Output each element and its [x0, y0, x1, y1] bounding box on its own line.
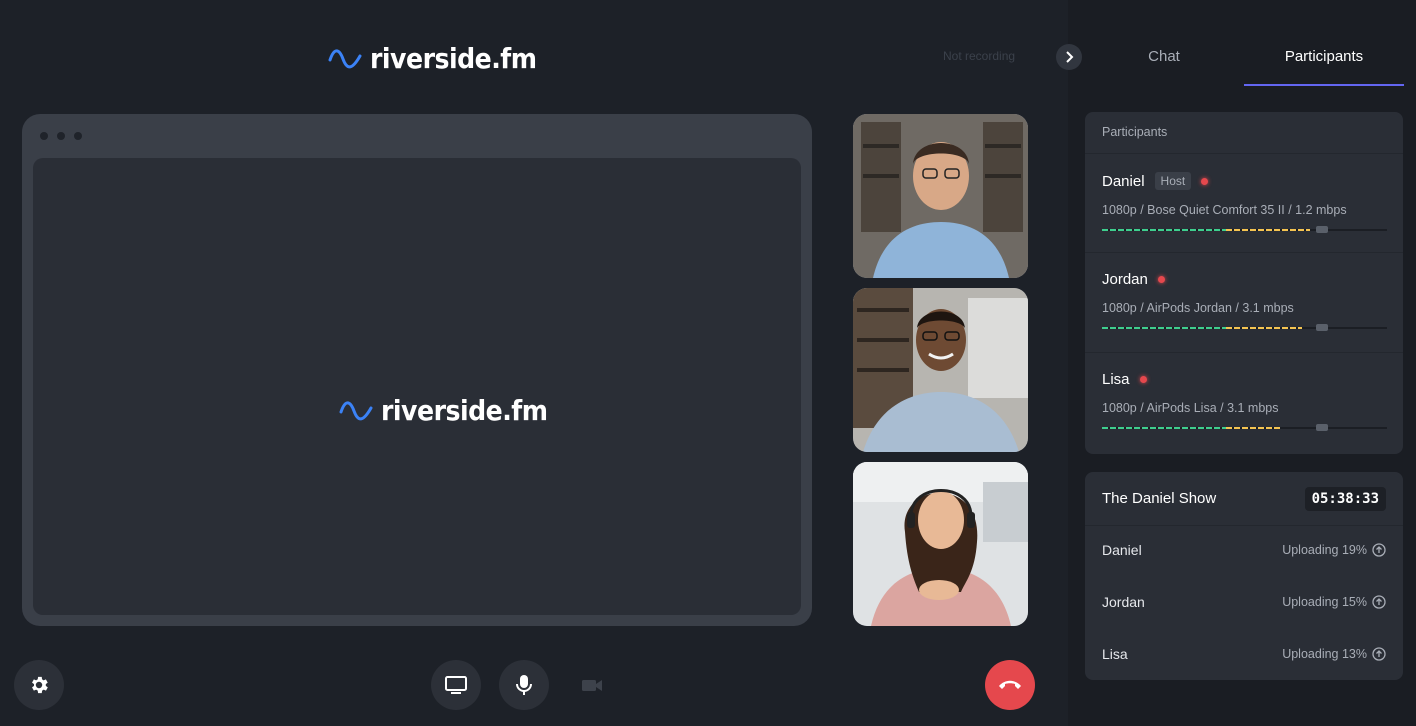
settings-button[interactable]	[14, 660, 64, 710]
recording-status: Not recording	[943, 49, 1016, 63]
upload-arrow-icon	[1372, 647, 1386, 661]
participant-item: Jordan 1080p / AirPods Jordan / 3.1 mbps	[1102, 271, 1387, 331]
tab-chat[interactable]: Chat	[1084, 40, 1244, 86]
participant-info: 1080p / Bose Quiet Comfort 35 II / 1.2 m…	[1102, 203, 1347, 217]
meter-green-segment	[1102, 427, 1226, 429]
phone-hangup-icon	[999, 680, 1021, 689]
meter-yellow-segment	[1226, 229, 1310, 231]
chevron-right-icon	[1066, 51, 1074, 63]
upload-participant-name: Jordan	[1102, 594, 1145, 610]
divider	[1085, 352, 1403, 353]
participant-info: 1080p / AirPods Jordan / 3.1 mbps	[1102, 301, 1294, 315]
tab-participants[interactable]: Participants	[1244, 40, 1404, 86]
meter-knob	[1316, 424, 1328, 431]
video-tile-lisa[interactable]	[853, 462, 1028, 626]
participants-panel: Participants Daniel Host 1080p / Bose Qu…	[1085, 112, 1403, 454]
riverside-logo: riverside.fm	[328, 42, 537, 75]
sidebar-tabs: Chat Participants	[1084, 40, 1404, 86]
upload-arrow-icon	[1372, 595, 1386, 609]
shared-screen: riverside.fm	[33, 158, 801, 615]
upload-status: Uploading 15%	[1282, 595, 1386, 609]
main-stage-area: riverside.fm Not recording riverside.fm	[0, 0, 1068, 726]
host-badge: Host	[1154, 172, 1192, 190]
participant-video	[853, 288, 1028, 452]
microphone-icon	[516, 675, 532, 695]
wave-logo-icon	[339, 400, 373, 420]
collapse-sidebar-button[interactable]	[1056, 44, 1082, 70]
upload-status-text: Uploading 15%	[1282, 595, 1367, 609]
video-tile-jordan[interactable]	[853, 288, 1028, 452]
window-dot	[74, 132, 82, 140]
wave-logo-icon	[328, 48, 362, 68]
monitor-icon	[445, 676, 467, 694]
upload-status: Uploading 19%	[1282, 543, 1386, 557]
participant-name: Daniel	[1102, 172, 1145, 190]
window-dot	[40, 132, 48, 140]
stage-riverside-logo: riverside.fm	[339, 394, 548, 427]
show-title: The Daniel Show	[1102, 490, 1217, 507]
camera-button[interactable]	[567, 660, 617, 710]
upload-row: Lisa Uploading 13%	[1102, 646, 1386, 662]
show-header: The Daniel Show 05:38:33	[1085, 472, 1403, 526]
audio-level-meter	[1102, 424, 1387, 431]
window-dot	[57, 132, 65, 140]
upload-row: Jordan Uploading 15%	[1102, 594, 1386, 610]
participant-name: Lisa	[1102, 371, 1130, 388]
upload-row: Daniel Uploading 19%	[1102, 542, 1386, 558]
recording-dot-icon	[1157, 276, 1165, 283]
meter-yellow-segment	[1226, 427, 1282, 429]
video-camera-icon	[582, 680, 602, 691]
logo-text: riverside.fm	[381, 394, 548, 427]
meter-knob	[1316, 324, 1328, 331]
upload-status-text: Uploading 13%	[1282, 647, 1367, 661]
video-tile-daniel[interactable]	[853, 114, 1028, 278]
screen-share-window: riverside.fm	[22, 114, 812, 626]
upload-arrow-icon	[1372, 543, 1386, 557]
meter-green-segment	[1102, 229, 1226, 231]
participants-panel-heading: Participants	[1085, 112, 1403, 154]
upload-status-text: Uploading 19%	[1282, 543, 1367, 557]
participant-name: Jordan	[1102, 271, 1148, 288]
participant-item: Lisa 1080p / AirPods Lisa / 3.1 mbps	[1102, 371, 1387, 431]
audio-level-meter	[1102, 324, 1387, 331]
gear-icon	[32, 676, 48, 694]
show-panel: The Daniel Show 05:38:33 Daniel Uploadin…	[1085, 472, 1403, 680]
participant-video	[853, 114, 1028, 278]
window-dots	[40, 132, 82, 140]
recording-timer: 05:38:33	[1304, 486, 1386, 511]
participant-item: Daniel Host 1080p / Bose Quiet Comfort 3…	[1102, 172, 1387, 233]
upload-participant-name: Daniel	[1102, 542, 1142, 558]
audio-level-meter	[1102, 226, 1387, 233]
leave-call-button[interactable]	[985, 660, 1035, 710]
participant-video	[853, 462, 1028, 626]
meter-knob	[1316, 226, 1328, 233]
recording-dot-icon	[1201, 177, 1209, 185]
logo-text: riverside.fm	[370, 42, 537, 75]
upload-participant-name: Lisa	[1102, 646, 1128, 662]
participant-info: 1080p / AirPods Lisa / 3.1 mbps	[1102, 401, 1279, 415]
screen-share-button[interactable]	[431, 660, 481, 710]
recording-dot-icon	[1139, 376, 1147, 383]
meter-green-segment	[1102, 327, 1226, 329]
divider	[1085, 252, 1403, 253]
meter-yellow-segment	[1226, 327, 1302, 329]
microphone-button[interactable]	[499, 660, 549, 710]
upload-status: Uploading 13%	[1282, 647, 1386, 661]
